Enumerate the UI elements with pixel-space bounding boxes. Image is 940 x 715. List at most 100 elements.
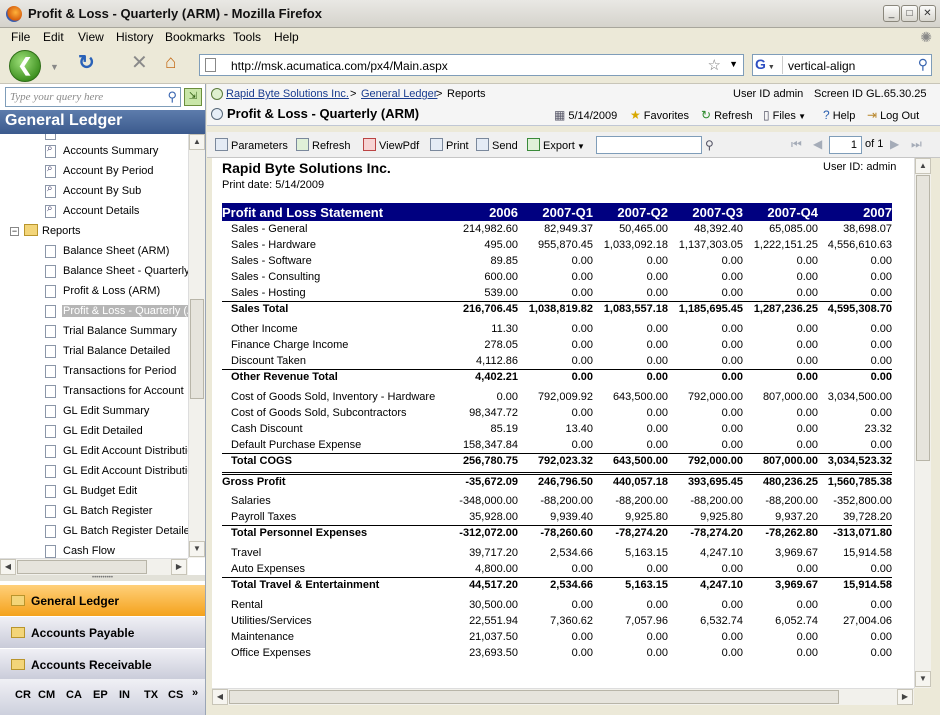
next-page-icon[interactable]: ▶ (890, 137, 899, 151)
search-icon[interactable]: ⚲ (167, 89, 177, 105)
more-shortcuts-icon[interactable]: » (192, 687, 198, 699)
row-label: Gross Profit (222, 471, 438, 489)
send-button[interactable]: Send (476, 138, 518, 152)
web-search-box[interactable]: G ▼ vertical-align ⚲ (752, 54, 932, 76)
stop-icon[interactable]: ✕ (131, 53, 148, 73)
report-find-input[interactable] (596, 136, 702, 154)
search-engine-selector[interactable]: G ▼ (755, 56, 783, 74)
shortcut-cm[interactable]: CM (38, 689, 55, 701)
module-general-ledger[interactable]: General Ledger (0, 584, 205, 616)
menu-bookmarks[interactable]: Bookmarks (165, 30, 225, 44)
report-icon (45, 405, 56, 418)
screen-id-label: Screen ID GL.65.30.25 (814, 88, 927, 100)
row-value: 11.30 (491, 323, 518, 335)
scroll-right-icon[interactable]: ▶ (171, 559, 187, 575)
module-accounts-payable[interactable]: Accounts Payable (0, 616, 205, 648)
scroll-left-icon[interactable]: ◀ (212, 689, 228, 705)
web-search-input[interactable]: vertical-align (788, 59, 855, 73)
page-number-input[interactable]: 1 (829, 136, 862, 154)
row-label: Sales Total (222, 300, 438, 317)
shortcut-cs[interactable]: CS (168, 689, 183, 701)
module-accounts-receivable[interactable]: Accounts Receivable (0, 648, 205, 680)
minimize-button[interactable]: _ (883, 5, 900, 22)
row-value: 0.00 (818, 368, 892, 385)
header-refresh-button[interactable]: ↻ Refresh (701, 108, 753, 122)
home-icon[interactable] (211, 88, 223, 100)
row-value: 0.00 (796, 286, 818, 299)
shortcut-cr[interactable]: CR (15, 689, 31, 701)
previous-page-icon[interactable]: ◀ (813, 137, 822, 151)
reload-icon[interactable]: ↻ (78, 53, 95, 73)
home-icon[interactable]: ⌂ (165, 53, 176, 72)
row-value: 0.00 (571, 354, 593, 367)
sidebar-go-button[interactable]: ⇲ (184, 88, 202, 106)
export-button[interactable]: Export ▼ (527, 138, 585, 152)
scroll-thumb[interactable] (229, 690, 839, 704)
report-horizontal-scrollbar[interactable]: ◀ ▶ (212, 688, 914, 705)
scroll-down-icon[interactable]: ▼ (189, 541, 205, 557)
user-id-label: User ID admin (733, 88, 804, 100)
total-row: Other Revenue Total 4,402.21 0.00 0.00 0.00 0… (222, 368, 892, 385)
calendar-date[interactable]: ▦ 5/14/2009 (554, 108, 617, 122)
scroll-thumb[interactable] (190, 299, 204, 399)
parameters-button[interactable]: Parameters (215, 138, 288, 152)
files-button[interactable]: ▯ Files ▼ (763, 108, 806, 122)
logout-button[interactable]: ⇥ Log Out (867, 108, 919, 122)
row-value: -88,200.00 (765, 495, 818, 507)
shortcut-tx[interactable]: TX (144, 689, 158, 701)
row-value: 480,236.25 (743, 471, 818, 489)
bookmark-star-icon[interactable]: ☆ (708, 56, 721, 74)
scroll-up-icon[interactable]: ▲ (915, 158, 931, 174)
menu-help[interactable]: Help (274, 30, 299, 44)
url-dropdown-icon[interactable]: ▼ (729, 59, 738, 69)
splitter-grip[interactable]: •••••••••• (0, 575, 205, 581)
query-input[interactable]: Type your query here ⚲ (5, 87, 181, 107)
shortcut-in[interactable]: IN (119, 689, 130, 701)
url-text[interactable]: http://msk.acumatica.com/px4/Main.aspx (231, 59, 448, 73)
search-icon[interactable]: ⚲ (918, 56, 928, 73)
menu-file[interactable]: File (11, 30, 30, 44)
favorites-button[interactable]: ★ Favorites (630, 108, 689, 122)
scroll-thumb[interactable] (17, 560, 147, 574)
report-refresh-button[interactable]: Refresh (296, 138, 351, 152)
row-value: 0.00 (646, 562, 668, 575)
scroll-thumb[interactable] (916, 175, 930, 461)
column-header: 2007 (818, 203, 892, 221)
maximize-button[interactable]: □ (901, 5, 918, 22)
menu-view[interactable]: View (78, 30, 104, 44)
sidebar-vertical-scrollbar[interactable]: ▲ ▼ (188, 134, 205, 558)
row-value: 0.00 (721, 631, 743, 643)
search-report-icon (45, 203, 56, 218)
help-button[interactable]: ? Help (823, 108, 855, 122)
shortcut-ep[interactable]: EP (93, 689, 108, 701)
print-button[interactable]: Print (430, 138, 469, 152)
row-value: 6,052.74 (775, 615, 818, 627)
collapse-icon[interactable]: − (10, 227, 19, 236)
first-page-icon[interactable]: ⏮ (791, 137, 802, 152)
find-icon[interactable]: ⚲ (705, 138, 714, 152)
row-label: Utilities/Services (231, 615, 312, 627)
breadcrumb-company-link[interactable]: Rapid Byte Solutions Inc. (226, 88, 349, 100)
row-value: 82,949.37 (544, 223, 593, 235)
column-header: 2007-Q4 (743, 203, 818, 221)
back-arrow-icon[interactable]: ❮ (9, 50, 41, 82)
scroll-right-icon[interactable]: ▶ (897, 689, 913, 705)
sidebar-horizontal-scrollbar[interactable]: ◀ ▶ (0, 558, 188, 575)
menu-edit[interactable]: Edit (43, 30, 64, 44)
last-page-icon[interactable]: ⏭ (911, 137, 922, 152)
close-window-button[interactable]: ✕ (919, 5, 936, 22)
viewpdf-button[interactable]: ViewPdf (363, 138, 419, 152)
history-dropdown-icon[interactable]: ▼ (50, 58, 59, 76)
shortcut-ca[interactable]: CA (66, 689, 82, 701)
page-count: of 1 (865, 138, 884, 150)
url-bar[interactable]: http://msk.acumatica.com/px4/Main.aspx ☆… (199, 54, 744, 76)
breadcrumb-module-link[interactable]: General Ledger (361, 88, 437, 100)
scroll-left-icon[interactable]: ◀ (0, 559, 16, 575)
menu-history[interactable]: History (116, 30, 153, 44)
row-value: 15,914.58 (843, 547, 892, 559)
scroll-down-icon[interactable]: ▼ (915, 671, 931, 687)
scroll-up-icon[interactable]: ▲ (189, 134, 205, 150)
report-vertical-scrollbar[interactable]: ▲ ▼ (914, 158, 931, 688)
menu-tools[interactable]: Tools (233, 30, 261, 44)
row-value: 0.00 (796, 438, 818, 451)
